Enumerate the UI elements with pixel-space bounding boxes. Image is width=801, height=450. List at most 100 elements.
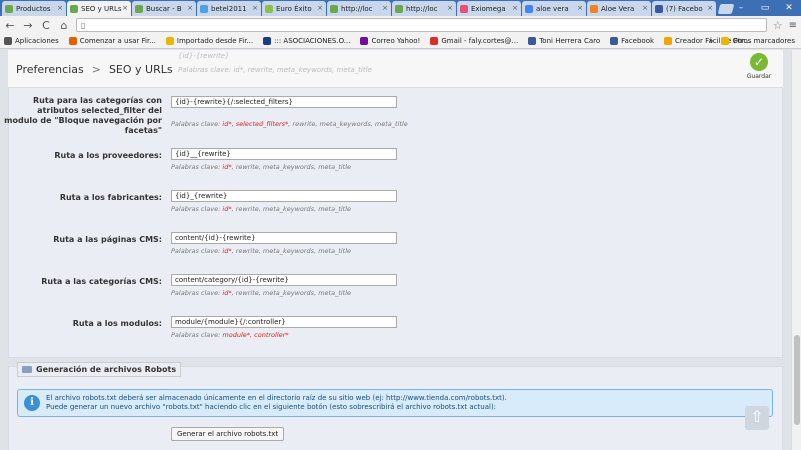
keywords-prefix: Palabras clave: [171, 289, 221, 297]
browser-tab[interactable]: Aloe Vera × [587, 1, 651, 16]
bookmark-item[interactable]: Importado desde Fir... [165, 37, 253, 45]
bookmark-item[interactable]: Toni Herrera Caro [528, 37, 600, 45]
browser-tab[interactable]: Exiomega × [457, 1, 521, 16]
browser-tab[interactable]: betel2011 × [197, 1, 261, 16]
bookmark-item[interactable]: Correo Yahoo! [360, 37, 420, 45]
tab-close-icon[interactable]: × [707, 4, 713, 12]
maximize-icon[interactable]: ▭ [753, 0, 777, 16]
required-keywords: id* [222, 289, 232, 297]
info-line-1: El archivo robots.txt deberá ser almacen… [46, 394, 507, 402]
bookmark-star-icon[interactable]: ☆ [773, 19, 783, 32]
scrollbar-thumb[interactable] [794, 335, 800, 425]
bookmark-label: Gmail - faly.cortes@... [441, 37, 519, 45]
save-button[interactable]: ✓ Guardar [745, 53, 773, 80]
keywords-prefix: Palabras clave: [171, 163, 221, 171]
browser-tab[interactable]: Euro Éxito × [262, 1, 326, 16]
bookmark-item[interactable]: Gmail - faly.cortes@... [430, 37, 518, 45]
tab-close-icon[interactable]: × [187, 4, 193, 12]
browser-tab[interactable]: Productos × [2, 1, 66, 16]
route-label: Ruta a las páginas CMS: [53, 235, 162, 244]
tab-close-icon[interactable]: × [57, 4, 63, 12]
back-icon[interactable]: ← [4, 19, 16, 32]
required-keywords: module*, controller* [222, 331, 289, 339]
browser-tab[interactable]: (7) Facebo × [652, 1, 716, 16]
bookmarks-more-icon[interactable]: » [709, 37, 713, 45]
tab-label: (7) Facebo [666, 4, 703, 13]
route-label: Ruta para las categorías con atributos s… [4, 96, 162, 135]
tab-close-icon[interactable]: × [577, 4, 583, 12]
tab-strip: Productos × SEO y URLs × Buscar - B × betel201… [0, 0, 801, 16]
browser-tab[interactable]: SEO y URLs × [67, 1, 131, 16]
browser-tab[interactable]: http://loc × [392, 1, 456, 16]
reload-icon[interactable]: C [40, 19, 52, 32]
page-header: {id}-{rewrite} Palabras clave: id*, rewr… [8, 50, 783, 88]
tab-label: http://loc [341, 4, 373, 13]
tab-label: Exiomega [471, 4, 506, 13]
browser-tab[interactable]: http://loc × [327, 1, 391, 16]
bookmark-favicon-icon [263, 37, 272, 45]
scrolled-input-value: {id}-{rewrite} [178, 52, 230, 60]
route-input[interactable]: module/{module}{/:controller} [171, 316, 397, 328]
other-bookmarks[interactable]: Otros marcadores [721, 37, 795, 45]
route-label: Ruta a los fabricantes: [59, 193, 162, 202]
route-input[interactable]: content/{id}-{rewrite} [171, 232, 397, 244]
tab-close-icon[interactable]: × [512, 4, 518, 12]
route-input[interactable]: {id}_{rewrite} [171, 190, 397, 202]
page-title: SEO y URLs [108, 63, 173, 76]
tab-close-icon[interactable]: × [252, 4, 258, 12]
route-keywords: Palabras clave: id*, rewrite, meta_keywo… [171, 205, 351, 213]
browser-tab[interactable]: Buscar - B × [132, 1, 196, 16]
tab-favicon-icon [70, 4, 78, 13]
bookmark-item[interactable]: ::: ASOCIACIONES.O... [263, 37, 350, 45]
route-input[interactable]: {id}-{rewrite}{/:selected_filters} [171, 96, 397, 108]
tab-label: SEO y URLs [81, 4, 122, 13]
tab-close-icon[interactable]: × [447, 4, 453, 12]
checkmark-icon: ✓ [750, 53, 768, 71]
page-icon: ▯ [81, 20, 86, 30]
breadcrumb-preferencias[interactable]: Preferencias [16, 63, 84, 76]
optional-keywords: , rewrite, meta_keywords, meta_title [231, 247, 352, 255]
tab-close-icon[interactable]: × [317, 4, 323, 12]
route-label: Ruta a los modulos: [72, 319, 162, 328]
keywords-prefix: Palabras clave: [171, 247, 221, 255]
required-keywords: id* [222, 247, 232, 255]
optional-keywords: , rewrite, meta_keywords, meta_title [231, 289, 352, 297]
route-keywords: Palabras clave: module*, controller* [171, 331, 289, 339]
route-keywords: Palabras clave: id*, selected_filters*, … [171, 120, 408, 128]
home-icon[interactable]: ⌂ [58, 19, 70, 32]
forward-icon[interactable]: → [22, 19, 34, 32]
browser-tab[interactable]: aloe vera × [522, 1, 586, 16]
chrome-menu-icon[interactable]: ≡ [789, 20, 797, 31]
route-label: Ruta a los proveedores: [54, 151, 162, 160]
info-icon: i [24, 395, 40, 411]
info-line-2: Puede generar un nuevo archivo "robots.t… [46, 403, 497, 411]
address-bar[interactable]: ▯ [76, 18, 767, 32]
tab-favicon-icon [265, 4, 273, 13]
bookmark-item[interactable]: Comenzar a usar Fir... [68, 37, 156, 45]
bookmark-label: Correo Yahoo! [371, 37, 421, 45]
other-bookmarks-label: Otros marcadores [732, 37, 795, 45]
tab-close-icon[interactable]: × [642, 4, 648, 12]
robots-section: Generación de archivos Robots i El archi… [8, 362, 783, 450]
bookmark-item[interactable]: Aplicaciones [4, 37, 59, 45]
route-input[interactable]: content/category/{id}-{rewrite} [171, 274, 397, 286]
bookmark-item[interactable]: Facebook [610, 37, 654, 45]
keywords-prefix: Palabras clave: [171, 120, 221, 128]
page-content: {id}-{rewrite} Palabras clave: id*, rewr… [0, 50, 791, 450]
close-window-icon[interactable]: ✕ [777, 0, 801, 16]
required-keywords: id*, selected_filters* [222, 120, 289, 128]
bookmark-favicon-icon [360, 37, 369, 45]
tab-close-icon[interactable]: × [382, 4, 388, 12]
minimize-icon[interactable]: – [729, 0, 753, 16]
tab-close-icon[interactable]: × [122, 4, 128, 12]
page-scrollbar[interactable] [791, 50, 801, 450]
optional-keywords: , rewrite, meta_keywords, meta_title [288, 120, 408, 128]
folder-icon [721, 37, 730, 45]
bookmark-favicon-icon [4, 37, 12, 45]
generate-robots-button[interactable]: Generar el archivo robots.txt [171, 427, 285, 441]
bookmarks-bar: Aplicaciones Comenzar a usar Fir... Import… [0, 34, 801, 49]
tab-label: Buscar - B [146, 4, 182, 13]
scroll-top-icon[interactable]: ⇧ [745, 406, 769, 430]
tab-label: betel2011 [211, 4, 247, 13]
route-input[interactable]: {id}__{rewrite} [171, 148, 397, 160]
